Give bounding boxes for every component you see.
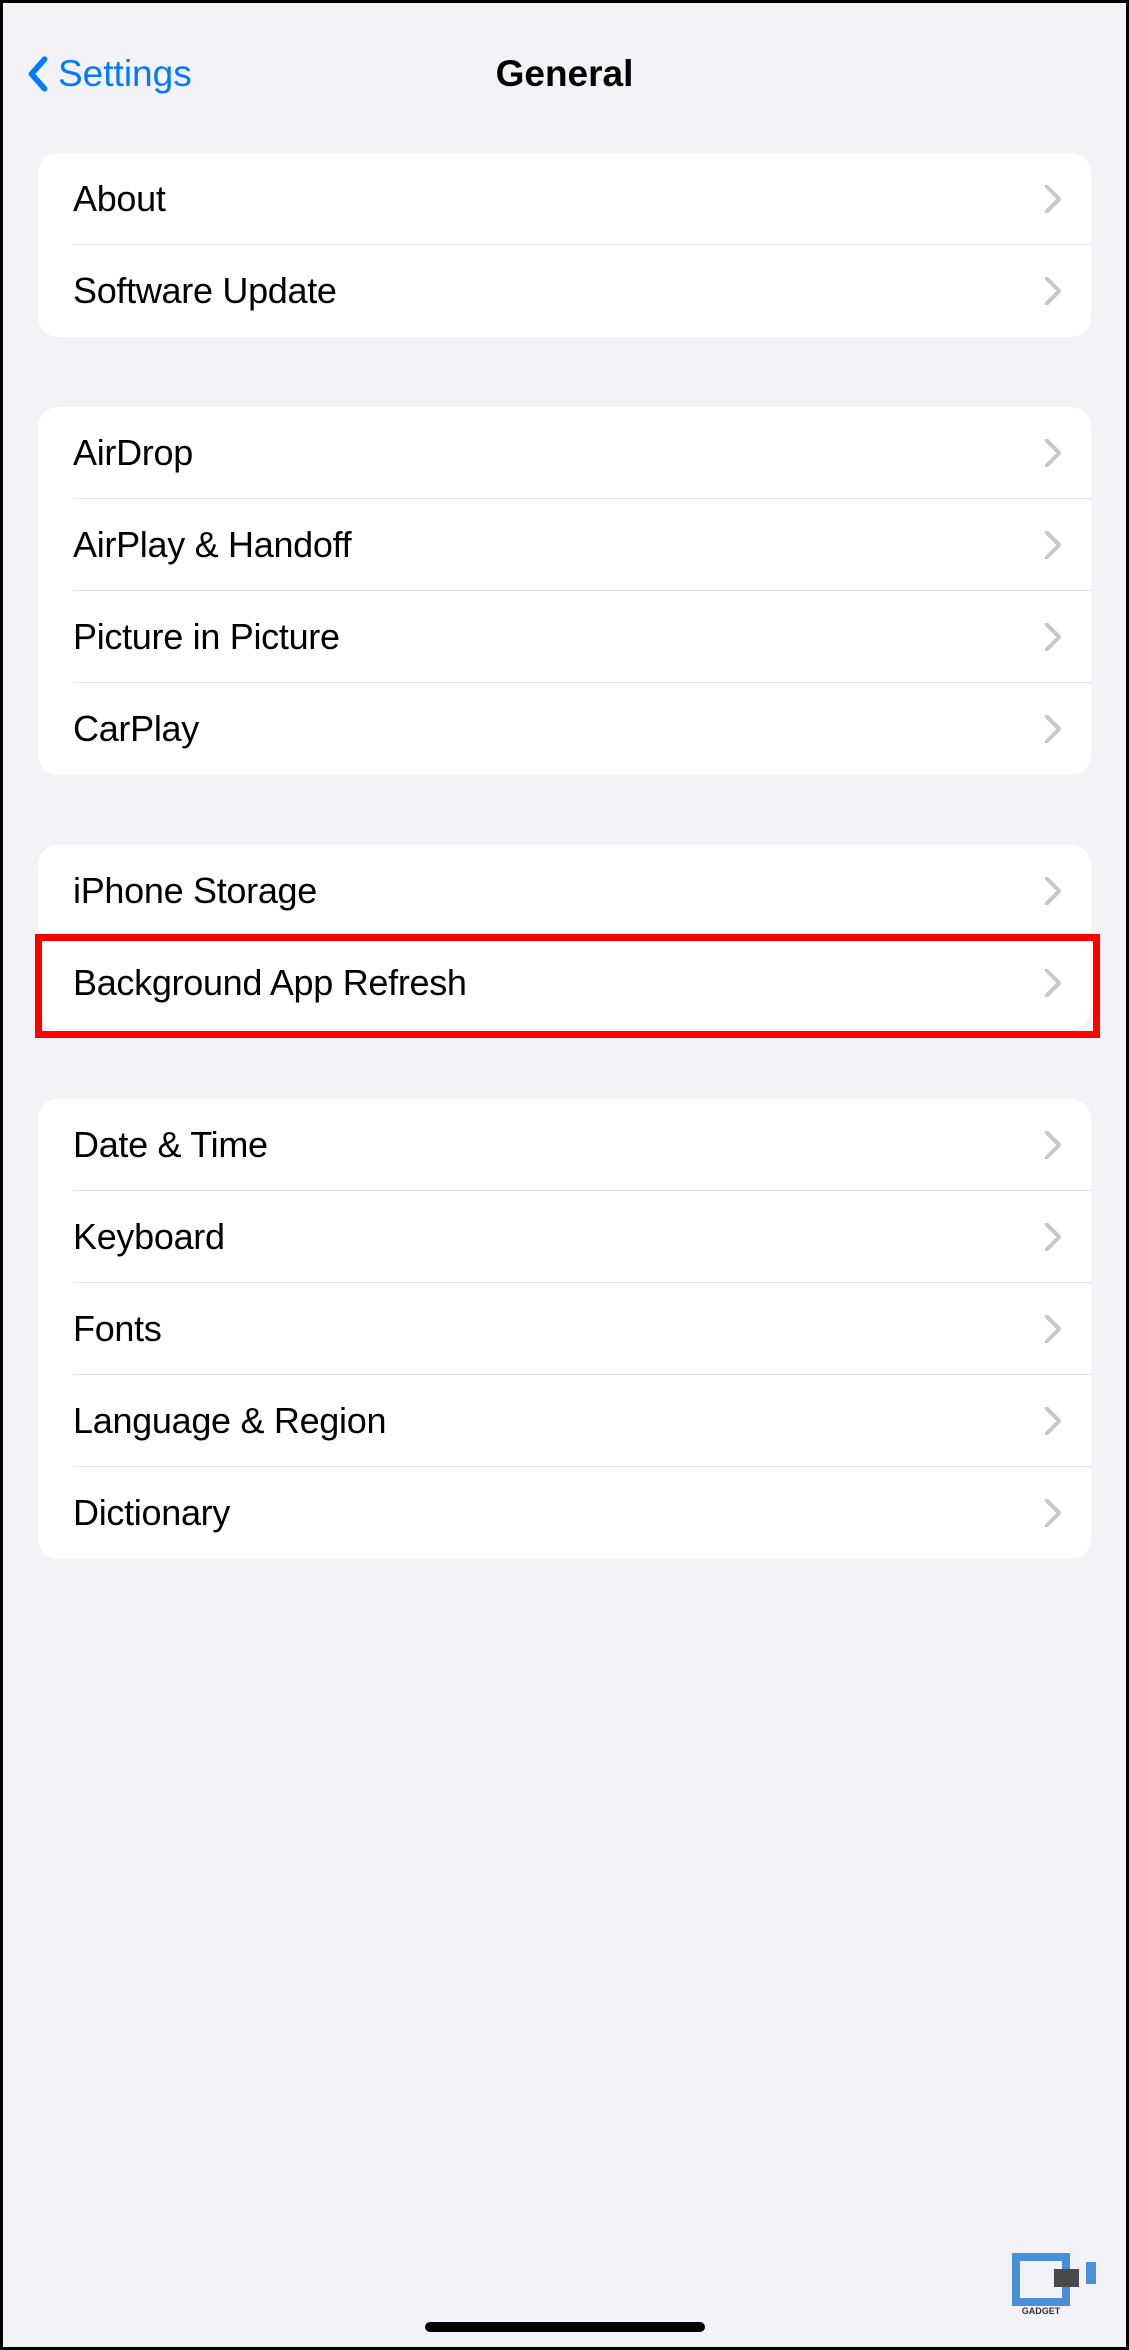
chevron-right-icon <box>1045 1131 1061 1159</box>
row-dictionary[interactable]: Dictionary <box>38 1467 1091 1559</box>
row-label: Language & Region <box>73 1400 386 1442</box>
chevron-right-icon <box>1045 185 1061 213</box>
row-carplay[interactable]: CarPlay <box>38 683 1091 775</box>
chevron-right-icon <box>1045 623 1061 651</box>
chevron-right-icon <box>1045 277 1061 305</box>
svg-text:GADGET: GADGET <box>1022 2306 1061 2316</box>
row-background-app-refresh[interactable]: Background App Refresh <box>38 937 1091 1029</box>
row-picture-in-picture[interactable]: Picture in Picture <box>38 591 1091 683</box>
chevron-right-icon <box>1045 715 1061 743</box>
chevron-right-icon <box>1045 1407 1061 1435</box>
chevron-right-icon <box>1045 969 1061 997</box>
chevron-left-icon <box>28 56 48 92</box>
row-label: AirPlay & Handoff <box>73 524 351 566</box>
row-keyboard[interactable]: Keyboard <box>38 1191 1091 1283</box>
row-language-region[interactable]: Language & Region <box>38 1375 1091 1467</box>
section-system: Date & Time Keyboard Fonts Language & Re… <box>38 1099 1091 1559</box>
row-fonts[interactable]: Fonts <box>38 1283 1091 1375</box>
section-about: About Software Update <box>38 153 1091 337</box>
row-label: AirDrop <box>73 432 193 474</box>
row-software-update[interactable]: Software Update <box>38 245 1091 337</box>
row-date-time[interactable]: Date & Time <box>38 1099 1091 1191</box>
row-iphone-storage[interactable]: iPhone Storage <box>38 845 1091 937</box>
watermark-logo: GADGET <box>1006 2247 1106 2322</box>
chevron-right-icon <box>1045 1223 1061 1251</box>
row-about[interactable]: About <box>38 153 1091 245</box>
section-storage: iPhone Storage Background App Refresh <box>38 845 1091 1029</box>
chevron-right-icon <box>1045 531 1061 559</box>
row-label: About <box>73 178 166 220</box>
chevron-right-icon <box>1045 439 1061 467</box>
row-label: Fonts <box>73 1308 162 1350</box>
row-label: iPhone Storage <box>73 870 317 912</box>
row-label: Picture in Picture <box>73 616 340 658</box>
settings-content: About Software Update AirDrop AirPlay & … <box>3 153 1126 1559</box>
row-label: Date & Time <box>73 1124 268 1166</box>
row-label: Keyboard <box>73 1216 225 1258</box>
row-label: Software Update <box>73 270 337 312</box>
chevron-right-icon <box>1045 877 1061 905</box>
chevron-right-icon <box>1045 1315 1061 1343</box>
back-button[interactable]: Settings <box>28 53 192 95</box>
row-label: Dictionary <box>73 1492 230 1534</box>
row-airdrop[interactable]: AirDrop <box>38 407 1091 499</box>
row-label: CarPlay <box>73 708 199 750</box>
chevron-right-icon <box>1045 1499 1061 1527</box>
row-airplay-handoff[interactable]: AirPlay & Handoff <box>38 499 1091 591</box>
section-connectivity: AirDrop AirPlay & Handoff Picture in Pic… <box>38 407 1091 775</box>
navigation-bar: Settings General <box>3 3 1126 153</box>
back-label: Settings <box>58 53 192 95</box>
home-indicator[interactable] <box>425 2322 705 2332</box>
row-label: Background App Refresh <box>73 962 467 1004</box>
page-title: General <box>496 53 634 95</box>
